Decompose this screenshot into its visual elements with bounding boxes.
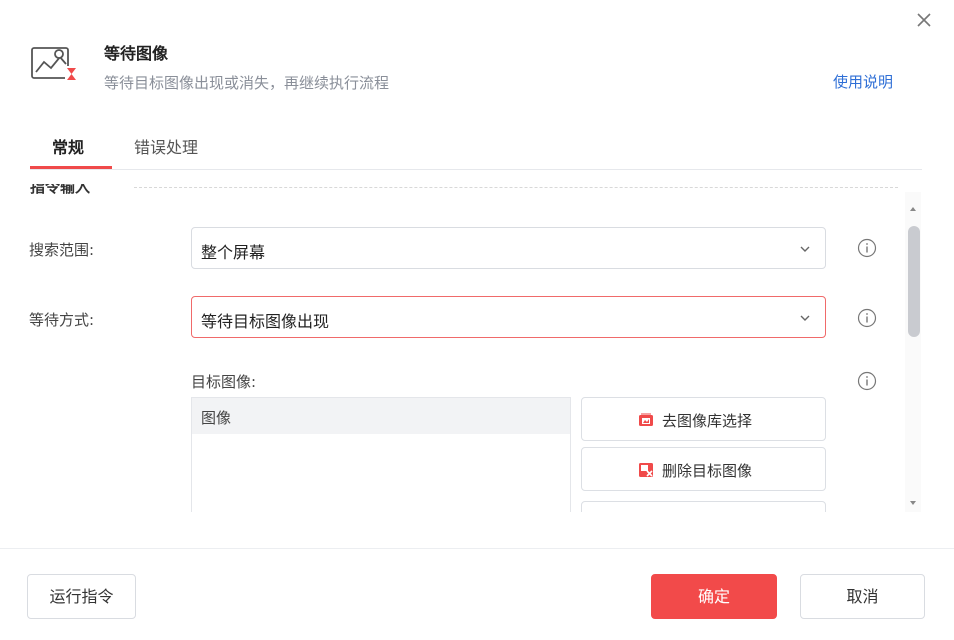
tab-error-handling[interactable]: 错误处理: [134, 134, 198, 158]
image-library-icon: [639, 413, 653, 426]
search-range-value: 整个屏幕: [201, 243, 266, 262]
select-from-library-label: 去图像库选择: [662, 412, 753, 430]
footer-divider: [0, 548, 954, 549]
target-image-label: 目标图像:: [191, 373, 257, 391]
scroll-up-arrow-icon[interactable]: [908, 199, 918, 211]
wait-mode-select[interactable]: 等待目标图像出现: [191, 296, 826, 338]
section-divider: [134, 187, 898, 188]
close-icon[interactable]: [912, 8, 936, 32]
scrollbar-thumb[interactable]: [908, 226, 920, 337]
dialog-title: 等待图像: [104, 44, 169, 63]
select-from-library-button[interactable]: 去图像库选择: [581, 397, 826, 441]
image-list-header: 图像: [192, 398, 570, 434]
tab-general[interactable]: 常规: [52, 134, 84, 158]
image-list-header-label: 图像: [201, 409, 232, 427]
wait-mode-label: 等待方式:: [29, 311, 95, 329]
delete-target-image-label: 删除目标图像: [662, 462, 753, 480]
chevron-down-icon: [800, 315, 810, 321]
section-title: 指令输入: [30, 184, 91, 196]
delete-image-icon: [639, 463, 653, 477]
image-action-button[interactable]: [581, 501, 826, 512]
search-range-label: 搜索范围:: [29, 241, 95, 259]
info-icon[interactable]: [857, 371, 877, 391]
tabs-divider: [30, 169, 922, 170]
form-scroll-area: 指令输入 搜索范围: 整个屏幕 等待方式: 等待目标图像出现 目标图像: 图像 …: [0, 184, 954, 512]
wait-mode-value: 等待目标图像出现: [201, 312, 330, 331]
search-range-select[interactable]: 整个屏幕: [191, 227, 826, 269]
info-icon[interactable]: [857, 308, 877, 328]
dialog-subtitle: 等待目标图像出现或消失，再继续执行流程: [104, 74, 390, 92]
info-icon[interactable]: [857, 238, 877, 258]
run-command-button[interactable]: 运行指令: [27, 574, 136, 619]
target-image-list[interactable]: 图像: [191, 397, 571, 512]
help-link[interactable]: 使用说明: [833, 71, 893, 92]
chevron-down-icon: [800, 246, 810, 252]
cancel-button[interactable]: 取消: [800, 574, 925, 619]
delete-target-image-button[interactable]: 删除目标图像: [581, 447, 826, 491]
scroll-down-arrow-icon[interactable]: [908, 493, 918, 505]
confirm-button[interactable]: 确定: [651, 574, 777, 619]
wait-image-icon: [30, 44, 80, 84]
